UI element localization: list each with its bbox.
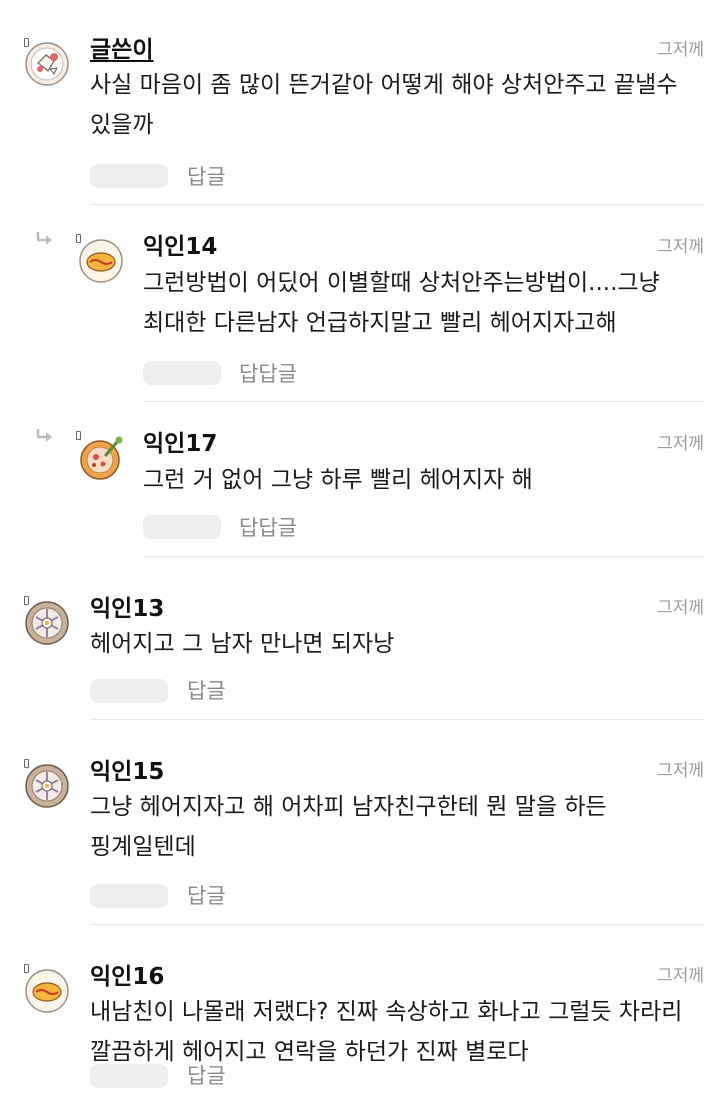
comment-author[interactable]: 익인14	[143, 227, 217, 261]
comment-time: 그저께	[657, 40, 704, 60]
comment-body: 사실 마음이 좀 많이 뜬거같아 어떻게 해야 상처안주고 끝낼수 있을까	[90, 72, 678, 138]
comment-time: 그저께	[657, 434, 704, 454]
comment-body: 내남친이 나몰래 저랬다? 진짜 속상하고 화나고 그럴듯 차라리 깔끔하게 헤…	[90, 999, 683, 1065]
comment-author[interactable]: 익인16	[90, 957, 164, 991]
divider	[90, 924, 704, 925]
comment-author[interactable]: 익인17	[143, 424, 217, 458]
salad-bowl-icon	[25, 42, 69, 86]
reply-button[interactable]: 답글	[187, 161, 226, 191]
like-button[interactable]	[143, 515, 221, 539]
bibimbap-icon	[25, 601, 69, 645]
comment-author[interactable]: 익인15	[90, 752, 164, 786]
comment-time: 그저께	[657, 598, 704, 618]
omelette-icon	[79, 239, 123, 283]
like-button[interactable]	[90, 164, 168, 188]
divider	[143, 401, 704, 402]
comment-body: 헤어지고 그 남자 만나면 되자낭	[90, 631, 395, 657]
divider	[90, 719, 704, 720]
divider	[90, 204, 704, 205]
divider	[143, 556, 704, 557]
reply-button[interactable]: 답글	[187, 675, 226, 705]
reply-arrow-icon	[36, 232, 52, 245]
like-button[interactable]	[143, 361, 221, 385]
comment-author[interactable]: 글쓴이	[90, 30, 153, 64]
reply-button[interactable]: 답답글	[239, 358, 297, 388]
comment-time: 그저께	[657, 761, 704, 781]
reply-button[interactable]: 답답글	[239, 512, 297, 542]
soup-bowl-icon	[80, 436, 123, 480]
bibimbap-icon	[25, 764, 69, 808]
comment-time: 그저께	[657, 237, 704, 257]
reply-arrow-icon	[36, 429, 52, 442]
comment-time: 그저께	[657, 966, 704, 986]
like-button[interactable]	[90, 884, 168, 908]
omelette-icon	[25, 969, 69, 1013]
comment-author[interactable]: 익인13	[90, 589, 164, 623]
like-button[interactable]	[90, 1064, 168, 1088]
comment-body: 그런방법이 어딨어 이별할때 상처안주는방법이....그냥 최대한 다른남자 언…	[143, 270, 660, 336]
reply-button[interactable]: 답글	[187, 1060, 226, 1090]
reply-button[interactable]: 답글	[187, 880, 226, 910]
comment-body: 그냥 헤어지자고 해 어차피 남자친구한테 뭔 말을 하든 핑계일텐데	[90, 794, 607, 860]
like-button[interactable]	[90, 679, 168, 703]
comment-body: 그런 거 없어 그냥 하루 빨리 헤어지자 해	[143, 467, 533, 493]
